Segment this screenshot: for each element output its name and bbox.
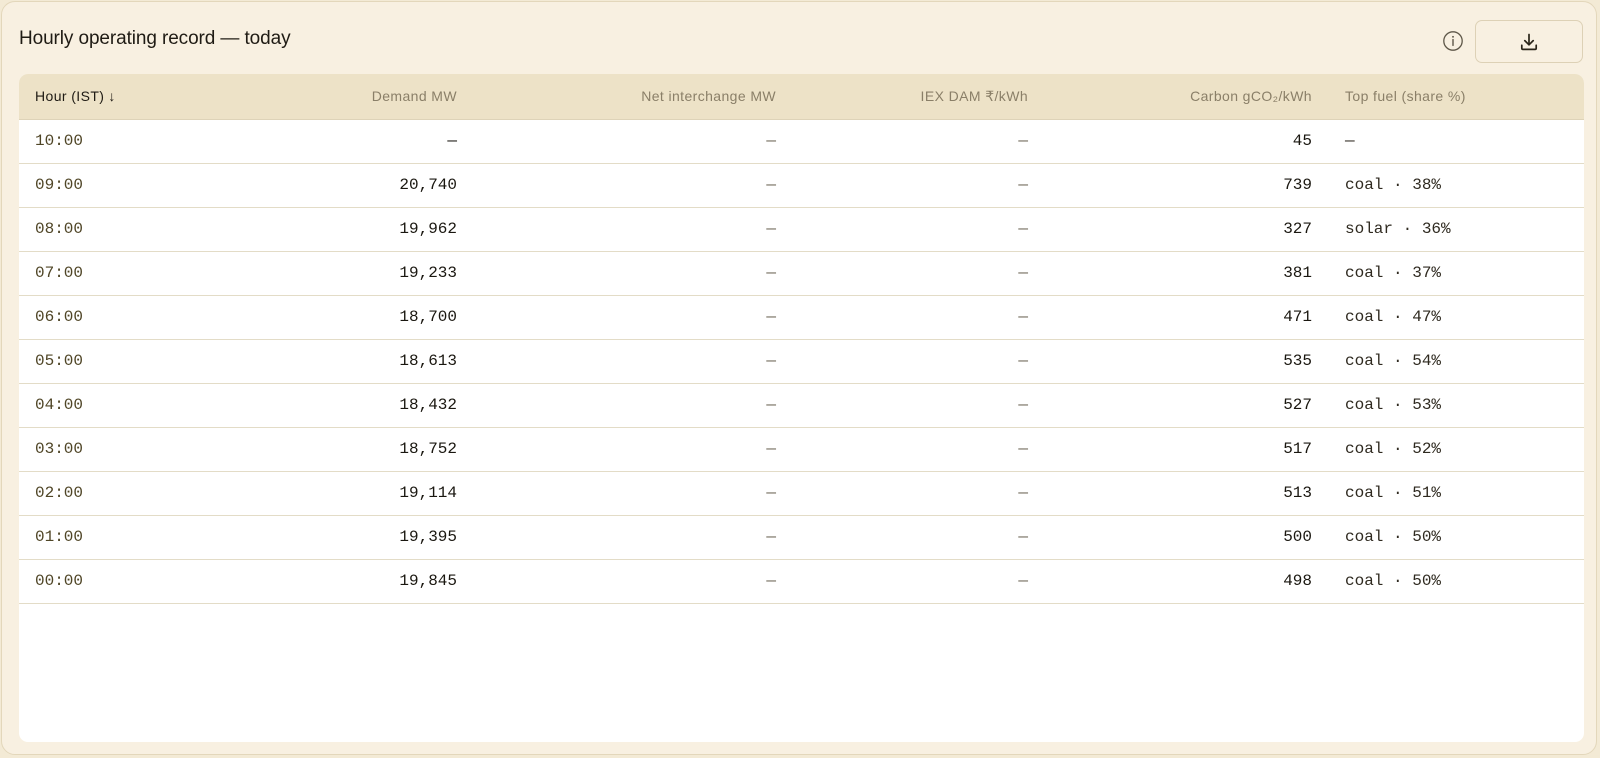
- table-row[interactable]: 04:00 18,432— —527 coal · 53%: [19, 383, 1584, 428]
- cell-iex-dam: —: [780, 515, 1032, 560]
- cell-demand: 18,432: [247, 383, 466, 428]
- cell-net-interchange: —: [466, 163, 780, 208]
- cell-demand: 18,700: [247, 295, 466, 340]
- cell-net-interchange: —: [466, 251, 780, 296]
- panel-title: Hourly operating record — today: [19, 28, 291, 49]
- column-header-carbon[interactable]: Carbon gCO₂/kWh: [1032, 74, 1312, 120]
- cell-carbon: 498: [1032, 559, 1312, 604]
- operating-record-table-container: Hour (IST) ↓ Demand MW Net interchange MW…: [19, 74, 1584, 742]
- cell-carbon: 739: [1032, 163, 1312, 208]
- cell-demand: 19,233: [247, 251, 466, 296]
- cell-net-interchange: —: [466, 559, 780, 604]
- cell-carbon: 471: [1032, 295, 1312, 340]
- operating-record-table: Hour (IST) ↓ Demand MW Net interchange MW…: [19, 74, 1584, 604]
- table-row[interactable]: 08:00 19,962— —327 solar · 36%: [19, 207, 1584, 252]
- cell-carbon: 327: [1032, 207, 1312, 252]
- cell-demand: 20,740: [247, 163, 466, 208]
- cell-demand: 18,752: [247, 427, 466, 472]
- cell-top-fuel: —: [1312, 119, 1584, 164]
- cell-top-fuel: coal · 51%: [1312, 471, 1584, 516]
- column-header-top-fuel[interactable]: Top fuel (share %): [1312, 74, 1584, 120]
- cell-net-interchange: —: [466, 515, 780, 560]
- cell-iex-dam: —: [780, 383, 1032, 428]
- column-header-hour-label: Hour (IST): [35, 88, 105, 105]
- table-row[interactable]: 02:00 19,114— —513 coal · 51%: [19, 471, 1584, 516]
- cell-iex-dam: —: [780, 251, 1032, 296]
- column-header-demand[interactable]: Demand MW: [247, 74, 466, 120]
- cell-net-interchange: —: [466, 427, 780, 472]
- table-header-row: Hour (IST) ↓ Demand MW Net interchange MW…: [19, 74, 1584, 120]
- cell-demand: 19,845: [247, 559, 466, 604]
- cell-demand: 19,962: [247, 207, 466, 252]
- cell-carbon: 517: [1032, 427, 1312, 472]
- column-header-hour[interactable]: Hour (IST) ↓: [19, 74, 247, 120]
- cell-demand: 19,114: [247, 471, 466, 516]
- table-row[interactable]: 07:00 19,233— —381 coal · 37%: [19, 251, 1584, 296]
- table-row[interactable]: 03:00 18,752— —517 coal · 52%: [19, 427, 1584, 472]
- cell-demand: 18,613: [247, 339, 466, 384]
- cell-iex-dam: —: [780, 559, 1032, 604]
- table-row[interactable]: 10:00— — —45—: [19, 119, 1584, 164]
- cell-hour: 10:00: [19, 119, 247, 164]
- cell-top-fuel: solar · 36%: [1312, 207, 1584, 252]
- cell-net-interchange: —: [466, 295, 780, 340]
- cell-top-fuel: coal · 50%: [1312, 515, 1584, 560]
- cell-top-fuel: coal · 54%: [1312, 339, 1584, 384]
- download-button[interactable]: [1475, 20, 1583, 63]
- cell-iex-dam: —: [780, 163, 1032, 208]
- cell-net-interchange: —: [466, 119, 780, 164]
- cell-hour: 05:00: [19, 339, 247, 384]
- cell-iex-dam: —: [780, 427, 1032, 472]
- cell-hour: 06:00: [19, 295, 247, 340]
- cell-top-fuel: coal · 47%: [1312, 295, 1584, 340]
- cell-hour: 07:00: [19, 251, 247, 296]
- cell-net-interchange: —: [466, 339, 780, 384]
- cell-hour: 03:00: [19, 427, 247, 472]
- cell-iex-dam: —: [780, 339, 1032, 384]
- cell-demand: —: [247, 119, 466, 164]
- cell-carbon: 500: [1032, 515, 1312, 560]
- cell-net-interchange: —: [466, 471, 780, 516]
- cell-net-interchange: —: [466, 207, 780, 252]
- operating-record-panel: Hourly operating record — today Hour (IS…: [1, 1, 1597, 755]
- table-row[interactable]: 06:00 18,700— —471 coal · 47%: [19, 295, 1584, 340]
- column-header-net-interchange[interactable]: Net interchange MW: [466, 74, 780, 120]
- table-row[interactable]: 05:00 18,613— —535 coal · 54%: [19, 339, 1584, 384]
- cell-net-interchange: —: [466, 383, 780, 428]
- info-button[interactable]: [1442, 30, 1464, 52]
- cell-demand: 19,395: [247, 515, 466, 560]
- cell-iex-dam: —: [780, 207, 1032, 252]
- cell-top-fuel: coal · 50%: [1312, 559, 1584, 604]
- cell-top-fuel: coal · 37%: [1312, 251, 1584, 296]
- cell-carbon: 45: [1032, 119, 1312, 164]
- cell-top-fuel: coal · 38%: [1312, 163, 1584, 208]
- cell-carbon: 527: [1032, 383, 1312, 428]
- cell-hour: 02:00: [19, 471, 247, 516]
- cell-carbon: 535: [1032, 339, 1312, 384]
- cell-iex-dam: —: [780, 471, 1032, 516]
- cell-carbon: 513: [1032, 471, 1312, 516]
- column-header-iex-dam[interactable]: IEX DAM ₹/kWh: [780, 74, 1032, 120]
- table-row[interactable]: 00:00 19,845— —498 coal · 50%: [19, 559, 1584, 604]
- cell-iex-dam: —: [780, 295, 1032, 340]
- table-row[interactable]: 09:00 20,740— —739 coal · 38%: [19, 163, 1584, 208]
- cell-hour: 09:00: [19, 163, 247, 208]
- info-circle-icon: [1443, 31, 1463, 51]
- cell-hour: 08:00: [19, 207, 247, 252]
- cell-carbon: 381: [1032, 251, 1312, 296]
- cell-iex-dam: —: [780, 119, 1032, 164]
- table-row[interactable]: 01:00 19,395— —500 coal · 50%: [19, 515, 1584, 560]
- cell-hour: 00:00: [19, 559, 247, 604]
- cell-top-fuel: coal · 52%: [1312, 427, 1584, 472]
- cell-hour: 04:00: [19, 383, 247, 428]
- sort-descending-icon: ↓: [108, 88, 116, 105]
- table-body: 10:00— — —45—09:00 20,740— —739 coal · 38% 08:…: [19, 119, 1584, 604]
- download-icon: [1520, 33, 1538, 50]
- cell-top-fuel: coal · 53%: [1312, 383, 1584, 428]
- cell-hour: 01:00: [19, 515, 247, 560]
